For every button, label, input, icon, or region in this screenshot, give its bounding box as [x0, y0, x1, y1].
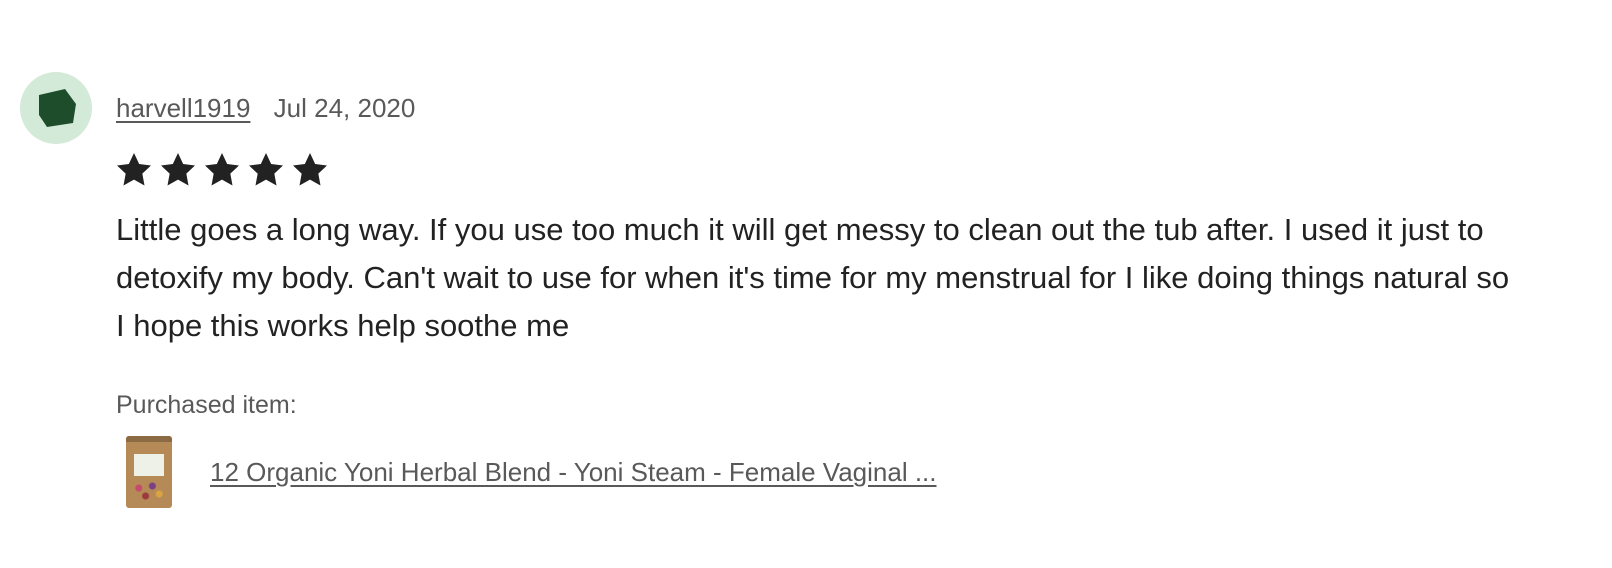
purchased-item-label: Purchased item:: [116, 391, 297, 419]
star-rating: [114, 150, 330, 190]
star-icon: [117, 153, 151, 186]
review-date: Jul 24, 2020: [273, 93, 416, 123]
pentagon-avatar-icon: [39, 89, 76, 127]
purchased-item: 12 Organic Yoni Herbal Blend - Yoni Stea…: [126, 436, 937, 508]
reviewer-username-link[interactable]: harvell1919: [116, 93, 250, 123]
star-icon: [161, 153, 195, 186]
review-card: harvell1919 Jul 24, 2020 Little goes a l…: [0, 0, 1612, 568]
review-text: Little goes a long way. If you use too m…: [116, 212, 1510, 343]
star-icon: [249, 153, 283, 186]
star-icon: [293, 153, 327, 186]
star-icon: [205, 153, 239, 186]
review-meta: harvell1919 Jul 24, 2020: [116, 90, 415, 126]
product-thumbnail[interactable]: [126, 436, 172, 508]
avatar[interactable]: [20, 72, 92, 144]
product-title-link[interactable]: 12 Organic Yoni Herbal Blend - Yoni Stea…: [210, 454, 937, 490]
